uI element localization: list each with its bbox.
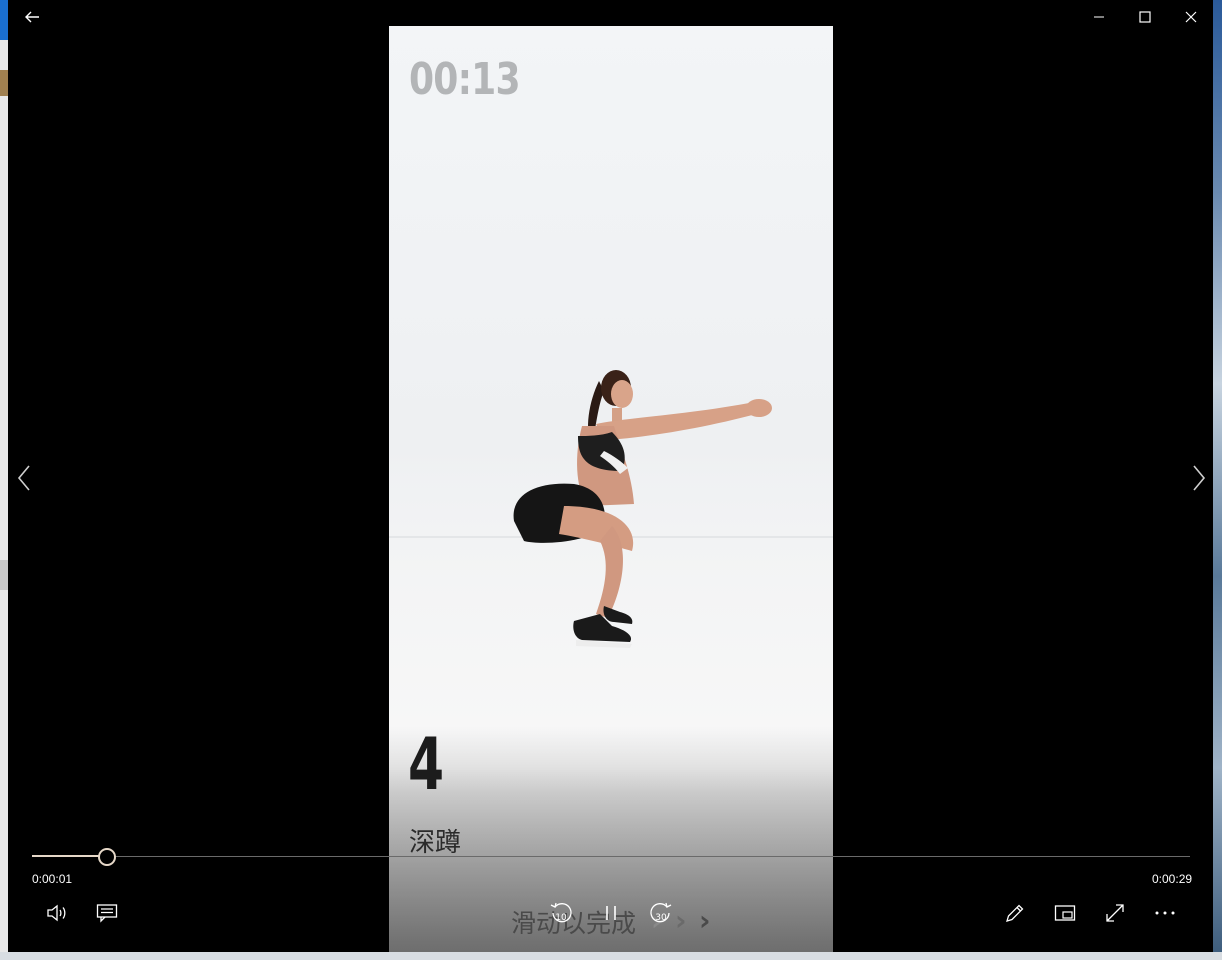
chevron-left-icon [17, 465, 30, 491]
maximize-icon [1139, 11, 1151, 23]
squatting-woman-figure [513, 370, 772, 648]
seek-bar[interactable] [32, 848, 1190, 866]
mini-view-icon [1054, 905, 1076, 921]
skip-back-button[interactable]: 10 [541, 896, 581, 930]
volume-button[interactable] [37, 896, 77, 930]
fullscreen-icon [1106, 904, 1124, 922]
exercise-timer: 00:13 [409, 54, 521, 105]
duration-time: 0:00:29 [1152, 872, 1193, 886]
volume-icon [47, 904, 66, 922]
desktop-left-edge [0, 0, 8, 960]
exercise-number: 4 [408, 722, 445, 806]
edit-button[interactable] [995, 896, 1035, 930]
desktop-bottom-edge [0, 952, 1222, 960]
seek-fill [32, 855, 107, 857]
previous-button[interactable] [12, 460, 36, 496]
back-button[interactable] [10, 0, 54, 34]
skip-back-icon: 10 [550, 902, 572, 923]
pause-icon [606, 906, 616, 920]
skip-forward-icon: 30 [650, 902, 672, 923]
current-time: 0:00:01 [32, 872, 73, 886]
minimize-icon [1094, 16, 1104, 18]
close-icon [1185, 11, 1197, 23]
maximize-button[interactable] [1122, 0, 1168, 34]
next-button[interactable] [1187, 460, 1211, 496]
back-arrow-icon [25, 11, 39, 23]
pause-button[interactable] [591, 896, 631, 930]
skip-forward-label: 30 [655, 913, 667, 923]
skip-back-label: 10 [555, 913, 567, 923]
close-button[interactable] [1168, 0, 1213, 34]
chevron-right-icon [1193, 465, 1206, 491]
seek-track [32, 856, 1190, 857]
more-icon [1155, 911, 1175, 915]
desktop-right-edge [1213, 0, 1222, 960]
fullscreen-button[interactable] [1095, 896, 1135, 930]
captions-icon [96, 904, 118, 923]
pencil-icon [1006, 904, 1024, 922]
seek-thumb[interactable] [98, 848, 116, 866]
video-frame[interactable]: 00:13 4 深蹲 滑动以完成 › › › [389, 26, 833, 952]
mini-view-button[interactable] [1045, 896, 1085, 930]
more-button[interactable] [1145, 896, 1185, 930]
video-player-window: 00:13 4 深蹲 滑动以完成 › › › 0:00:01 0:00:29 1… [8, 0, 1213, 952]
skip-forward-button[interactable]: 30 [641, 896, 681, 930]
captions-button[interactable] [87, 896, 127, 930]
minimize-button[interactable] [1076, 0, 1122, 34]
swipe-chevron-icon: › [699, 904, 711, 937]
